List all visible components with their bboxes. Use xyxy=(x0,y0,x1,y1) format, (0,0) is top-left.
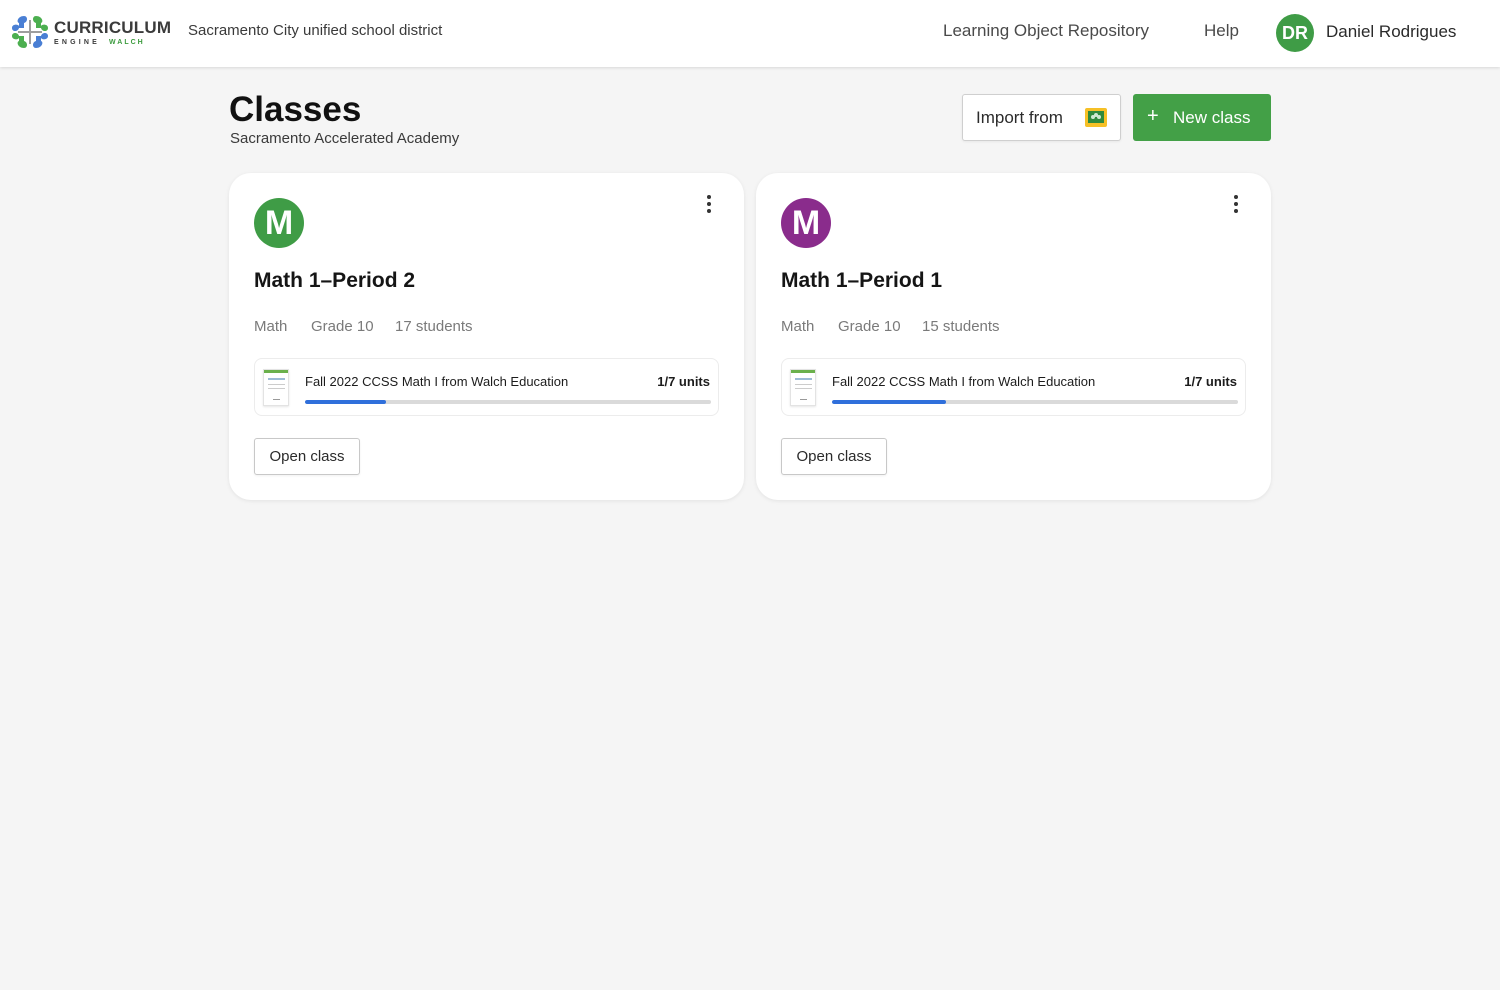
class-grade: Grade 10 xyxy=(311,318,374,335)
google-classroom-icon xyxy=(1085,108,1107,127)
class-avatar: M xyxy=(254,198,304,248)
curriculum-engine-logo[interactable]: CURRICULUM ENGINE WALCH xyxy=(10,14,171,50)
class-subject: Math xyxy=(254,318,288,335)
top-navigation-bar: CURRICULUM ENGINE WALCH Sacramento City … xyxy=(0,0,1500,67)
logo-mark-icon xyxy=(10,14,50,50)
curriculum-title: Fall 2022 CCSS Math I from Walch Educati… xyxy=(832,374,1096,389)
open-class-button[interactable]: Open class xyxy=(781,438,887,475)
import-from-label: Import from xyxy=(976,107,1063,127)
more-options-icon[interactable] xyxy=(701,195,717,219)
nav-help[interactable]: Help xyxy=(1204,21,1239,41)
class-avatar: M xyxy=(781,198,831,248)
user-avatar[interactable]: DR xyxy=(1276,14,1314,52)
logo-engine-text: ENGINE xyxy=(54,38,101,46)
curriculum-title: Fall 2022 CCSS Math I from Walch Educati… xyxy=(305,374,569,389)
curriculum-item[interactable]: Fall 2022 CCSS Math I from Walch Educati… xyxy=(781,358,1246,416)
page-subtitle: Sacramento Accelerated Academy xyxy=(230,130,460,147)
curriculum-units: 1/7 units xyxy=(1184,374,1237,389)
progress-fill xyxy=(832,400,946,404)
user-name[interactable]: Daniel Rodrigues xyxy=(1326,22,1456,42)
class-students: 17 students xyxy=(395,318,473,335)
curriculum-units: 1/7 units xyxy=(657,374,710,389)
import-from-button[interactable]: Import from xyxy=(962,94,1121,141)
class-students: 15 students xyxy=(922,318,1000,335)
class-name: Math 1–Period 2 xyxy=(254,269,416,292)
class-name: Math 1–Period 1 xyxy=(781,269,943,292)
page-title: Classes xyxy=(229,90,362,129)
curriculum-item[interactable]: Fall 2022 CCSS Math I from Walch Educati… xyxy=(254,358,719,416)
curriculum-thumbnail xyxy=(263,369,289,406)
curriculum-progress-bar xyxy=(305,400,711,404)
plus-icon: + xyxy=(1147,105,1159,127)
progress-fill xyxy=(305,400,387,404)
open-class-button[interactable]: Open class xyxy=(254,438,360,475)
curriculum-thumbnail xyxy=(790,369,816,406)
district-name: Sacramento City unified school district xyxy=(188,22,443,39)
class-card[interactable]: M Math 1–Period 2 Math Grade 10 17 stude… xyxy=(229,173,744,500)
new-class-label: New class xyxy=(1173,108,1251,127)
class-subject: Math xyxy=(781,318,815,335)
class-grade: Grade 10 xyxy=(838,318,901,335)
new-class-button[interactable]: + New class xyxy=(1133,94,1271,141)
class-card[interactable]: M Math 1–Period 1 Math Grade 10 15 stude… xyxy=(756,173,1271,500)
logo-brand-text: WALCH xyxy=(109,38,145,46)
curriculum-progress-bar xyxy=(832,400,1238,404)
more-options-icon[interactable] xyxy=(1228,195,1244,219)
nav-learning-object-repository[interactable]: Learning Object Repository xyxy=(943,21,1149,41)
logo-main-text: CURRICULUM xyxy=(54,17,172,37)
